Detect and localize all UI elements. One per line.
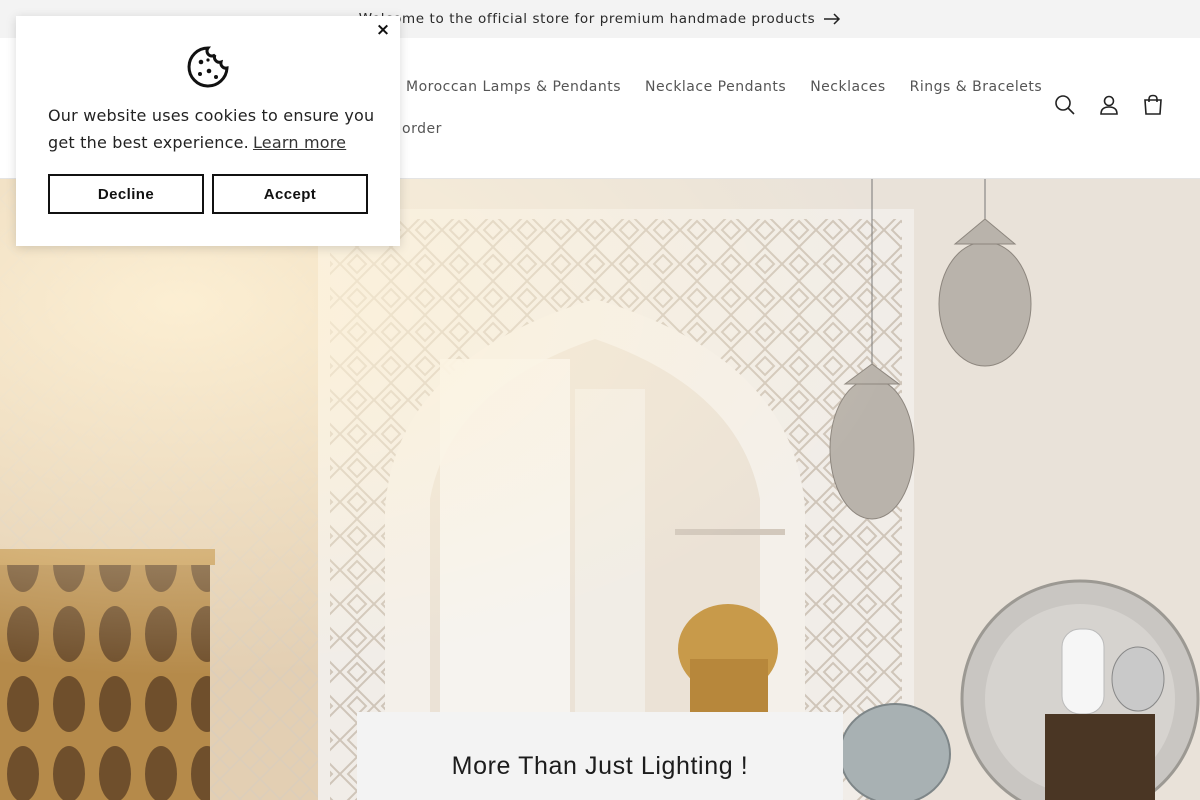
- learn-more-link[interactable]: Learn more: [253, 133, 346, 152]
- account-icon[interactable]: [1098, 94, 1120, 116]
- cookie-message: Our website uses cookies to ensure you g…: [48, 102, 378, 156]
- cookie-icon: [187, 46, 229, 88]
- cookie-consent-dialog: × Our website uses cookies to ensure you…: [16, 16, 400, 246]
- decline-button[interactable]: Decline: [48, 174, 204, 214]
- announcement-text[interactable]: Welcome to the official store for premiu…: [359, 11, 816, 27]
- header-icons: [1054, 94, 1164, 116]
- hero-banner: More Than Just Lighting !: [0, 179, 1200, 800]
- search-icon[interactable]: [1054, 94, 1076, 116]
- nav-item-necklaces[interactable]: Necklaces: [798, 75, 897, 99]
- accept-button[interactable]: Accept: [212, 174, 368, 214]
- close-icon[interactable]: ×: [374, 20, 392, 40]
- hero-caption-card: More Than Just Lighting !: [357, 712, 843, 800]
- nav-item-rings-bracelets[interactable]: Rings & Bracelets: [898, 75, 1055, 99]
- nav-item-necklace-pendants[interactable]: Necklace Pendants: [633, 75, 798, 99]
- cart-icon[interactable]: [1142, 94, 1164, 116]
- hero-heading: More Than Just Lighting !: [451, 752, 749, 780]
- hero-image: [0, 179, 1200, 800]
- arrow-right-icon: [824, 13, 841, 25]
- nav-item-moroccan-lamps[interactable]: Moroccan Lamps & Pendants: [394, 75, 633, 99]
- main-nav: Moroccan Lamps & Pendants Necklace Penda…: [394, 75, 1054, 99]
